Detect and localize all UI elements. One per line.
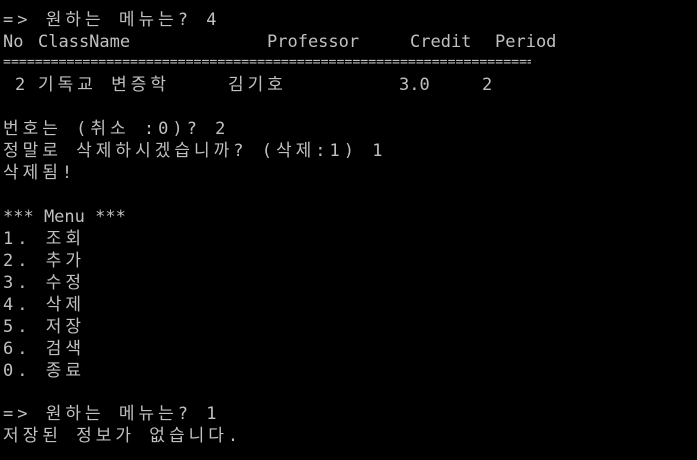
number-input-prompt: 번호는 (취소 :0)? 2 (3, 119, 230, 139)
menu-selection-prompt-2: => 원하는 메뉴는? 1 (3, 404, 221, 424)
console-window[interactable]: => 원하는 메뉴는? 4 No ClassName Professor Cre… (0, 0, 697, 460)
row-professor: 김기호 (228, 75, 287, 95)
row-no: 2 (15, 75, 26, 95)
header-period: Period (495, 32, 557, 52)
header-classname: ClassName (38, 32, 131, 52)
table-header: No ClassName Professor Credit Period (3, 31, 693, 53)
row-classname: 기독교 변증학 (38, 75, 171, 95)
row-credit: 3.0 (399, 75, 430, 95)
menu-title: *** Menu *** (3, 207, 126, 227)
no-data-message: 저장된 정보가 없습니다. (3, 426, 243, 446)
table-separator: ========================================… (3, 55, 531, 70)
table-row: 2 기독교 변증학 김기호 3.0 2 (3, 74, 693, 96)
header-credit: Credit (410, 32, 472, 52)
row-period: 2 (482, 75, 493, 95)
menu-selection-prompt: => 원하는 메뉴는? 4 (3, 10, 221, 30)
menu-item-delete: 4. 삭제 (3, 295, 85, 315)
header-no: No (3, 32, 24, 52)
menu-item-exit: 0. 종료 (3, 361, 85, 381)
delete-confirm-prompt: 정말로 삭제하시겠습니까? (삭제:1) 1 (3, 141, 387, 161)
menu-item-view: 1. 조회 (3, 229, 85, 249)
menu-item-search: 6. 검색 (3, 339, 85, 359)
menu-item-add: 2. 추가 (3, 251, 85, 271)
header-professor: Professor (267, 32, 360, 52)
deleted-message: 삭제됨! (3, 163, 77, 183)
menu-item-save: 5. 저장 (3, 317, 85, 337)
menu-item-edit: 3. 수정 (3, 273, 85, 293)
